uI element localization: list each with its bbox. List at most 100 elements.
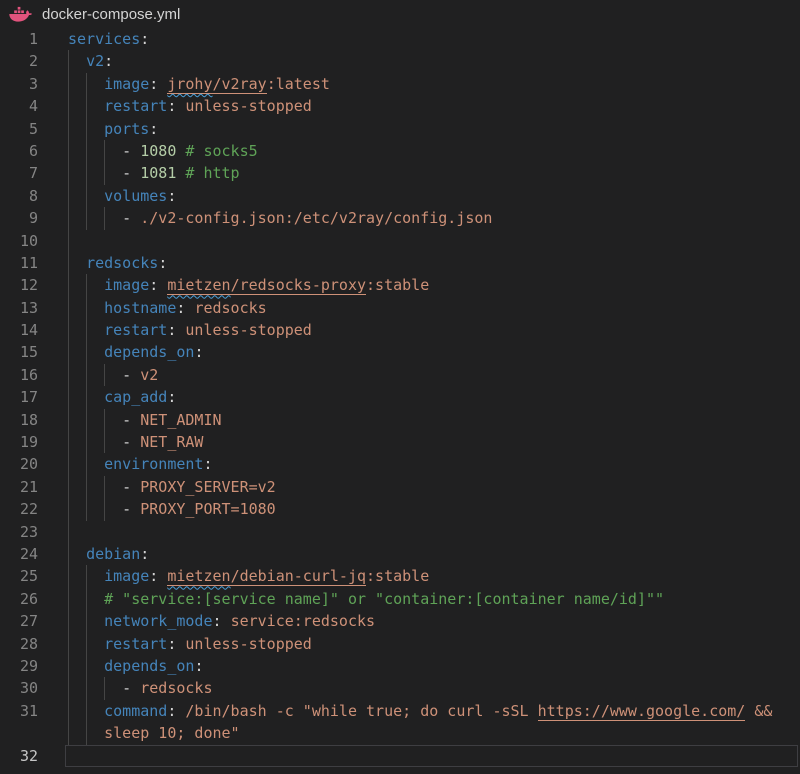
- code-line-content[interactable]: hostname: redsocks: [38, 297, 800, 319]
- link[interactable]: https://www.google.com/: [538, 702, 746, 721]
- code-line[interactable]: 32: [0, 745, 800, 767]
- code-line[interactable]: 5 ports:: [0, 118, 800, 140]
- code-line[interactable]: 16 - v2: [0, 364, 800, 386]
- code-line[interactable]: 27 network_mode: service:redsocks: [0, 610, 800, 632]
- code-line-content[interactable]: [38, 230, 800, 252]
- code-line-content[interactable]: ports:: [38, 118, 800, 140]
- line-number[interactable]: 25: [0, 565, 38, 587]
- code-line[interactable]: 10: [0, 230, 800, 252]
- code-line[interactable]: 31 command: /bin/bash -c "while true; do…: [0, 700, 800, 722]
- code-line-content[interactable]: [38, 745, 800, 767]
- code-line[interactable]: 11 redsocks:: [0, 252, 800, 274]
- code-line-content[interactable]: redsocks:: [38, 252, 800, 274]
- code-line[interactable]: 20 environment:: [0, 453, 800, 475]
- line-number[interactable]: 11: [0, 252, 38, 274]
- code-line-content[interactable]: image: mietzen/redsocks-proxy:stable: [38, 274, 800, 296]
- line-number[interactable]: 10: [0, 230, 38, 252]
- code-line-content[interactable]: restart: unless-stopped: [38, 95, 800, 117]
- code-line-content[interactable]: depends_on:: [38, 341, 800, 363]
- link[interactable]: mietzen: [167, 276, 230, 295]
- code-line-content[interactable]: - 1080 # socks5: [38, 140, 800, 162]
- line-number[interactable]: 22: [0, 498, 38, 520]
- link[interactable]: jrohy: [167, 75, 212, 94]
- code-line-content[interactable]: sleep 10; done": [38, 722, 800, 744]
- code-line[interactable]: 8 volumes:: [0, 185, 800, 207]
- line-number[interactable]: 23: [0, 521, 38, 543]
- line-number[interactable]: 4: [0, 95, 38, 117]
- code-line[interactable]: 6 - 1080 # socks5: [0, 140, 800, 162]
- line-number[interactable]: 21: [0, 476, 38, 498]
- line-number[interactable]: 15: [0, 341, 38, 363]
- code-line[interactable]: 12 image: mietzen/redsocks-proxy:stable: [0, 274, 800, 296]
- code-line[interactable]: 4 restart: unless-stopped: [0, 95, 800, 117]
- code-line-content[interactable]: - NET_ADMIN: [38, 409, 800, 431]
- code-line-content[interactable]: - ./v2-config.json:/etc/v2ray/config.jso…: [38, 207, 800, 229]
- line-number[interactable]: 2: [0, 50, 38, 72]
- code-line[interactable]: 26 # "service:[service name]" or "contai…: [0, 588, 800, 610]
- line-number[interactable]: 3: [0, 73, 38, 95]
- code-line-content[interactable]: volumes:: [38, 185, 800, 207]
- code-line-content[interactable]: command: /bin/bash -c "while true; do cu…: [38, 700, 800, 722]
- code-line[interactable]: 3 image: jrohy/v2ray:latest: [0, 73, 800, 95]
- line-number[interactable]: 1: [0, 28, 38, 50]
- line-number[interactable]: 17: [0, 386, 38, 408]
- line-number[interactable]: 20: [0, 453, 38, 475]
- code-line[interactable]: 9 - ./v2-config.json:/etc/v2ray/config.j…: [0, 207, 800, 229]
- code-line-content[interactable]: - v2: [38, 364, 800, 386]
- code-line-content[interactable]: - NET_RAW: [38, 431, 800, 453]
- code-line[interactable]: 15 depends_on:: [0, 341, 800, 363]
- code-line[interactable]: 22 - PROXY_PORT=1080: [0, 498, 800, 520]
- link[interactable]: /redsocks-proxy: [231, 276, 366, 295]
- link[interactable]: /v2ray: [213, 75, 267, 94]
- code-line[interactable]: 28 restart: unless-stopped: [0, 633, 800, 655]
- code-line[interactable]: 21 - PROXY_SERVER=v2: [0, 476, 800, 498]
- line-number[interactable]: 6: [0, 140, 38, 162]
- code-line[interactable]: 18 - NET_ADMIN: [0, 409, 800, 431]
- line-number[interactable]: 29: [0, 655, 38, 677]
- code-line-content[interactable]: debian:: [38, 543, 800, 565]
- code-line-content[interactable]: - 1081 # http: [38, 162, 800, 184]
- code-line-content[interactable]: network_mode: service:redsocks: [38, 610, 800, 632]
- code-line-content[interactable]: [38, 521, 800, 543]
- code-line[interactable]: 13 hostname: redsocks: [0, 297, 800, 319]
- code-line-content[interactable]: restart: unless-stopped: [38, 633, 800, 655]
- code-line-content[interactable]: image: jrohy/v2ray:latest: [38, 73, 800, 95]
- code-line[interactable]: 2 v2:: [0, 50, 800, 72]
- line-number[interactable]: 19: [0, 431, 38, 453]
- code-line-content[interactable]: image: mietzen/debian-curl-jq:stable: [38, 565, 800, 587]
- code-line[interactable]: 1services:: [0, 28, 800, 50]
- line-number[interactable]: 9: [0, 207, 38, 229]
- code-line[interactable]: 29 depends_on:: [0, 655, 800, 677]
- code-line-content[interactable]: depends_on:: [38, 655, 800, 677]
- line-number[interactable]: 16: [0, 364, 38, 386]
- line-number[interactable]: 14: [0, 319, 38, 341]
- code-line-content[interactable]: v2:: [38, 50, 800, 72]
- line-number[interactable]: [0, 722, 38, 744]
- code-line[interactable]: 25 image: mietzen/debian-curl-jq:stable: [0, 565, 800, 587]
- code-line[interactable]: 24 debian:: [0, 543, 800, 565]
- code-line-content[interactable]: services:: [38, 28, 800, 50]
- line-number[interactable]: 26: [0, 588, 38, 610]
- link[interactable]: mietzen: [167, 567, 230, 586]
- line-number[interactable]: 8: [0, 185, 38, 207]
- line-number[interactable]: 28: [0, 633, 38, 655]
- code-line[interactable]: 14 restart: unless-stopped: [0, 319, 800, 341]
- line-number[interactable]: 27: [0, 610, 38, 632]
- code-line[interactable]: 7 - 1081 # http: [0, 162, 800, 184]
- line-number[interactable]: 7: [0, 162, 38, 184]
- code-line-content[interactable]: cap_add:: [38, 386, 800, 408]
- code-line-content[interactable]: # "service:[service name]" or "container…: [38, 588, 800, 610]
- code-line-content[interactable]: - redsocks: [38, 677, 800, 699]
- code-line-content[interactable]: restart: unless-stopped: [38, 319, 800, 341]
- code-line-content[interactable]: environment:: [38, 453, 800, 475]
- link[interactable]: /debian-curl-jq: [231, 567, 366, 586]
- code-line[interactable]: 17 cap_add:: [0, 386, 800, 408]
- line-number[interactable]: 31: [0, 700, 38, 722]
- line-number[interactable]: 30: [0, 677, 38, 699]
- code-line-content[interactable]: - PROXY_SERVER=v2: [38, 476, 800, 498]
- line-number[interactable]: 12: [0, 274, 38, 296]
- code-line-content[interactable]: - PROXY_PORT=1080: [38, 498, 800, 520]
- code-line[interactable]: sleep 10; done": [0, 722, 800, 744]
- line-number[interactable]: 24: [0, 543, 38, 565]
- line-number[interactable]: 18: [0, 409, 38, 431]
